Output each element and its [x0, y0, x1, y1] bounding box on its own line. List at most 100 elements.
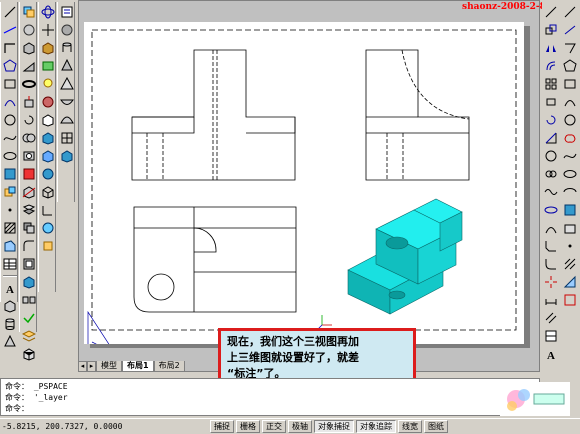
- ucs-object-icon[interactable]: [40, 238, 56, 254]
- sphere-icon[interactable]: [21, 22, 37, 38]
- slice-icon[interactable]: [21, 184, 37, 200]
- spline2-icon[interactable]: [562, 148, 578, 164]
- pline-icon[interactable]: [562, 40, 578, 56]
- ellipse-arc-icon[interactable]: [562, 184, 578, 200]
- view-cube-icon[interactable]: [21, 346, 37, 362]
- gradient-icon[interactable]: [562, 274, 578, 290]
- boundary-icon[interactable]: [562, 292, 578, 308]
- polar-toggle[interactable]: 极轴: [288, 420, 312, 433]
- dish-icon[interactable]: [59, 94, 75, 110]
- stretch-icon[interactable]: [543, 148, 559, 164]
- otrack-toggle[interactable]: 对象追踪: [356, 420, 396, 433]
- extend-icon[interactable]: [543, 184, 559, 200]
- point-icon[interactable]: [2, 202, 18, 218]
- render-icon[interactable]: [40, 40, 56, 56]
- revcloud-icon[interactable]: [562, 130, 578, 146]
- array-icon[interactable]: [543, 76, 559, 92]
- mesh-icon[interactable]: [59, 130, 75, 146]
- break-icon[interactable]: [543, 202, 559, 218]
- hide-icon[interactable]: [40, 112, 56, 128]
- erase-icon[interactable]: [543, 4, 559, 20]
- tab-layout2[interactable]: 布局2: [153, 361, 185, 372]
- drawing-canvas[interactable]: [84, 22, 524, 344]
- union-icon[interactable]: [21, 130, 37, 146]
- osnap-toggle[interactable]: 对象捕捉: [314, 420, 354, 433]
- gouraud-icon[interactable]: [40, 166, 56, 182]
- circle-icon[interactable]: [2, 112, 18, 128]
- extrude-icon[interactable]: [21, 94, 37, 110]
- scale-icon[interactable]: [543, 130, 559, 146]
- polyline-icon[interactable]: [2, 40, 18, 56]
- scene-icon[interactable]: [40, 58, 56, 74]
- ortho-toggle[interactable]: 正交: [262, 420, 286, 433]
- draw-order-icon[interactable]: [21, 4, 37, 20]
- dome-icon[interactable]: [59, 112, 75, 128]
- text-style-icon[interactable]: A: [543, 346, 559, 362]
- rect-icon[interactable]: [562, 76, 578, 92]
- tab-nav-next-button[interactable]: ▸: [87, 361, 96, 372]
- box-3d-icon[interactable]: [2, 298, 18, 314]
- snap-toggle[interactable]: 捕捉: [210, 420, 234, 433]
- separate-icon[interactable]: [21, 292, 37, 308]
- wireframe-icon[interactable]: [40, 184, 56, 200]
- arc-icon[interactable]: [2, 94, 18, 110]
- copy-icon[interactable]: [543, 22, 559, 38]
- xline-icon[interactable]: [562, 22, 578, 38]
- cylinder-3d-icon[interactable]: [2, 316, 18, 332]
- trim-icon[interactable]: [543, 166, 559, 182]
- materials-icon[interactable]: [40, 94, 56, 110]
- chamfer-icon[interactable]: [543, 238, 559, 254]
- pan-icon[interactable]: [40, 22, 56, 38]
- paper-model-toggle[interactable]: 图纸: [424, 420, 448, 433]
- sphere-gray-icon[interactable]: [59, 22, 75, 38]
- region-icon[interactable]: [2, 238, 18, 254]
- subtract-icon[interactable]: [21, 148, 37, 164]
- arc3-icon[interactable]: [562, 94, 578, 110]
- torus-icon[interactable]: [21, 76, 37, 92]
- revolve-icon[interactable]: [21, 112, 37, 128]
- imprint-icon[interactable]: [21, 274, 37, 290]
- table-icon[interactable]: [2, 256, 18, 272]
- fillet-icon[interactable]: [543, 256, 559, 272]
- polygon-icon[interactable]: [2, 58, 18, 74]
- layout-icon[interactable]: [543, 328, 559, 344]
- properties-icon[interactable]: [59, 4, 75, 20]
- circle2-icon[interactable]: [562, 112, 578, 128]
- tab-nav-first-button[interactable]: ◂: [78, 361, 87, 372]
- dimension-icon[interactable]: [543, 292, 559, 308]
- offset-icon[interactable]: [543, 58, 559, 74]
- construction-line-icon[interactable]: [2, 22, 18, 38]
- flat-shaded-icon[interactable]: [40, 148, 56, 164]
- poly-icon[interactable]: [562, 58, 578, 74]
- command-window[interactable]: 命令： _PSPACE 命令： '_layer 命令：: [0, 378, 540, 416]
- mirror-icon[interactable]: [543, 40, 559, 56]
- fillet-edge-icon[interactable]: [21, 238, 37, 254]
- tab-layout1[interactable]: 布局1: [122, 361, 154, 372]
- rectangle-icon[interactable]: [2, 76, 18, 92]
- lineweight-toggle[interactable]: 线宽: [398, 420, 422, 433]
- orbit-icon[interactable]: [40, 4, 56, 20]
- rotate-icon[interactable]: [543, 112, 559, 128]
- cone-icon[interactable]: [59, 58, 75, 74]
- insert-block-icon[interactable]: [2, 166, 18, 182]
- point2-icon[interactable]: [562, 238, 578, 254]
- ucs-world-icon[interactable]: [40, 220, 56, 236]
- section-icon[interactable]: [21, 202, 37, 218]
- light-icon[interactable]: [40, 76, 56, 92]
- box-icon[interactable]: [21, 40, 37, 56]
- draw-line-icon[interactable]: [562, 4, 578, 20]
- wedge-icon[interactable]: [21, 58, 37, 74]
- ucs-icon[interactable]: [40, 202, 56, 218]
- cylinder-icon[interactable]: [59, 40, 75, 56]
- pyramid-icon[interactable]: [59, 76, 75, 92]
- line-icon[interactable]: [2, 4, 18, 20]
- layer-icon[interactable]: [21, 328, 37, 344]
- move-icon[interactable]: [543, 94, 559, 110]
- wblock-icon[interactable]: [562, 220, 578, 236]
- grid-toggle[interactable]: 栅格: [236, 420, 260, 433]
- hatch2-icon[interactable]: [562, 256, 578, 272]
- block-icon[interactable]: [562, 202, 578, 218]
- check-icon[interactable]: [21, 310, 37, 326]
- spline-icon[interactable]: [2, 130, 18, 146]
- tab-model[interactable]: 模型: [96, 361, 122, 372]
